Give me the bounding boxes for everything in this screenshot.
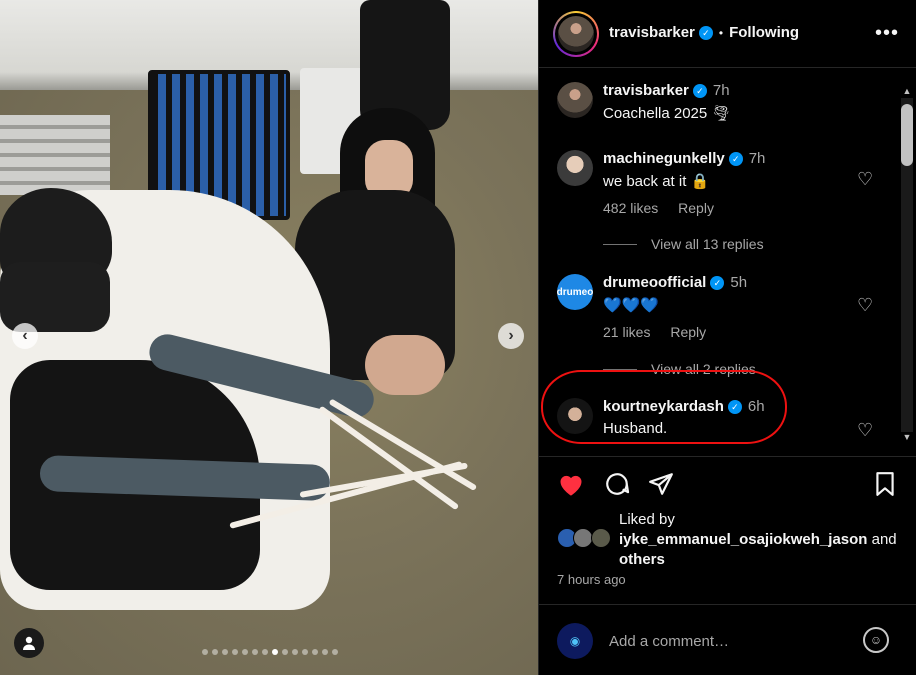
scrollbar-thumb[interactable]: [901, 104, 913, 166]
carousel-dot: [212, 649, 218, 655]
heart-filled-icon: [560, 475, 582, 496]
send-icon: [649, 473, 673, 495]
bookmark-icon: [876, 472, 894, 496]
carousel-prev-button[interactable]: ‹: [12, 323, 38, 349]
annotation-highlight-circle: [541, 370, 787, 444]
comment-text: we back at it 🔒: [603, 173, 710, 190]
more-options-icon[interactable]: •••: [875, 22, 899, 45]
following-button[interactable]: Following: [729, 24, 799, 41]
carousel-dot-active: [272, 649, 278, 655]
carousel-dot: [282, 649, 288, 655]
scroll-up-icon[interactable]: ▲: [901, 86, 913, 96]
avatar-logo-text: drumeo: [557, 286, 593, 298]
header-separator: •: [718, 25, 724, 40]
photo-stairs: [0, 115, 110, 195]
liked-by-prefix: Liked by: [619, 511, 675, 528]
emoji-picker-button[interactable]: ☺: [863, 627, 889, 653]
comment-icon: [606, 473, 630, 495]
swirl-icon: ◉: [569, 634, 581, 648]
comment-likes[interactable]: 482 likes: [603, 200, 658, 216]
carousel-next-button[interactable]: ›: [498, 323, 524, 349]
share-button[interactable]: [647, 471, 675, 499]
view-replies-label: View all 13 replies: [651, 236, 764, 252]
add-comment-input[interactable]: [609, 629, 859, 653]
carousel-indicator: [202, 649, 338, 655]
header-username[interactable]: travisbarker: [609, 24, 695, 41]
verified-badge-icon: ✓: [692, 83, 707, 98]
avatar[interactable]: drumeo: [557, 274, 593, 310]
comment-text: 💙💙💙: [603, 297, 660, 314]
comments-scrollbar[interactable]: ▲ ▼: [897, 84, 915, 446]
comment-like-heart-icon[interactable]: ♡: [857, 421, 875, 439]
liker-avatar[interactable]: [591, 528, 611, 548]
carousel-dot: [252, 649, 258, 655]
avatar[interactable]: [557, 150, 593, 186]
comment-time[interactable]: 5h: [730, 274, 747, 291]
carousel-dot: [322, 649, 328, 655]
replies-divider: [603, 243, 637, 245]
verified-badge-icon: ✓: [698, 25, 713, 40]
carousel-dot: [332, 649, 338, 655]
carousel-dot: [222, 649, 228, 655]
avatar[interactable]: [558, 16, 594, 52]
verified-badge-icon: ✓: [728, 151, 743, 166]
caption-username[interactable]: travisbarker: [603, 82, 689, 99]
carousel-dot: [302, 649, 308, 655]
comment-button[interactable]: [603, 471, 631, 499]
like-button[interactable]: [557, 471, 585, 499]
liked-by-user[interactable]: iyke_emmanuel_osajiokweh_jason: [619, 531, 867, 548]
comment-username[interactable]: drumeoofficial: [603, 274, 706, 291]
post-side-panel: travisbarker ✓ • Following ••• travisbar…: [538, 0, 916, 675]
liker-avatar[interactable]: [573, 528, 593, 548]
photo-woman-legs: [365, 335, 445, 395]
carousel-dot: [262, 649, 268, 655]
smiley-icon: ☺: [869, 633, 883, 647]
carousel-dot: [232, 649, 238, 655]
carousel-dot: [292, 649, 298, 655]
tagged-users-button[interactable]: [14, 628, 44, 658]
user-icon: [23, 636, 35, 650]
verified-badge-icon: ✓: [710, 275, 725, 290]
comment-like-heart-icon[interactable]: ♡: [857, 170, 875, 188]
comment-username[interactable]: machinegunkelly: [603, 150, 725, 167]
post-header: travisbarker ✓ • Following •••: [539, 0, 916, 68]
post-timestamp[interactable]: 7 hours ago: [557, 572, 626, 587]
story-ring[interactable]: [553, 11, 599, 57]
carousel-dot: [242, 649, 248, 655]
comment-like-heart-icon[interactable]: ♡: [857, 296, 875, 314]
post-actions: [539, 456, 916, 512]
add-comment-bar: ◉ ☺: [539, 604, 916, 675]
comment-likes[interactable]: 21 likes: [603, 324, 650, 340]
post-photo[interactable]: ‹ ›: [0, 0, 538, 675]
caption-text: Coachella 2025 🌪: [603, 105, 731, 122]
reply-button[interactable]: Reply: [678, 200, 714, 216]
liked-by-and: and: [871, 531, 897, 548]
carousel-dot: [202, 649, 208, 655]
reply-button[interactable]: Reply: [670, 324, 706, 340]
comment-time[interactable]: 7h: [749, 150, 766, 167]
caption-time[interactable]: 7h: [713, 82, 730, 99]
save-button[interactable]: [871, 471, 899, 499]
view-replies-button[interactable]: View all 13 replies: [603, 236, 764, 252]
carousel-dot: [312, 649, 318, 655]
liked-by-others[interactable]: others: [619, 550, 909, 570]
avatar[interactable]: [557, 82, 593, 118]
avatar[interactable]: ◉: [557, 623, 593, 659]
scroll-down-icon[interactable]: ▼: [901, 432, 913, 442]
photo-man-bandana: [0, 262, 110, 332]
